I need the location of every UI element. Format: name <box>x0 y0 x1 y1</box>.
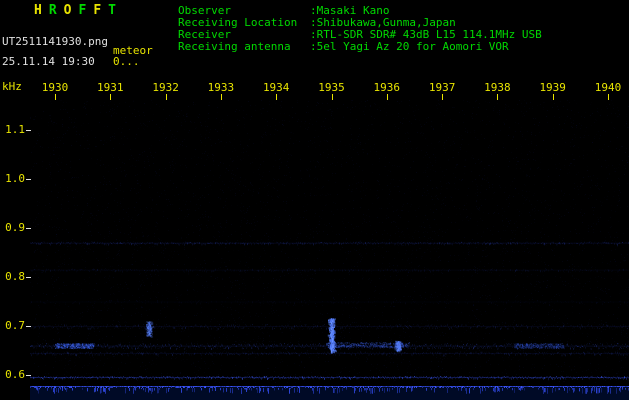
freq-label: 0.6 <box>5 368 25 381</box>
title-letter: F <box>78 3 87 18</box>
time-axis-tick <box>55 94 56 100</box>
time-axis-tick <box>276 94 278 100</box>
title-letter: F <box>93 3 102 18</box>
spectrogram-canvas <box>30 100 629 383</box>
title-letter: H <box>34 3 42 18</box>
freq-axis-unit: kHz <box>2 80 22 93</box>
freq-axis-tick <box>26 375 31 376</box>
datetime-label: 25.11.14 19:30 <box>2 55 95 68</box>
freq-label: 1.1 <box>5 123 25 136</box>
time-label: 1933 <box>207 81 235 94</box>
time-axis-tick <box>442 94 444 100</box>
freq-label: 1.0 <box>5 172 25 185</box>
title-letter: R <box>48 3 57 18</box>
freq-axis-tick <box>26 277 31 278</box>
freq-label: 0.9 <box>5 221 25 234</box>
time-axis-tick <box>220 94 222 100</box>
time-label: 1932 <box>152 81 179 94</box>
freq-label: 0.8 <box>5 270 25 283</box>
time-label: 1935 <box>318 81 345 94</box>
signal-level-strip-canvas <box>30 386 629 400</box>
title-letter: T <box>108 3 116 18</box>
info-value: :5el Yagi Az 20 for Aomori VOR <box>310 40 509 53</box>
freq-label: 0.7 <box>5 319 25 332</box>
time-label: 1939 <box>539 81 566 94</box>
time-label: 1938 <box>484 81 511 94</box>
time-axis-tick <box>165 94 167 100</box>
time-axis-tick <box>110 94 112 100</box>
freq-axis-tick <box>26 130 31 131</box>
info-row: Receiving antenna :5el Yagi Az 20 for Aom… <box>178 41 509 53</box>
time-label: 1936 <box>373 81 401 94</box>
time-axis-tick <box>331 94 333 100</box>
freq-axis-tick <box>26 326 31 327</box>
output-filename: UT2511141930.png <box>2 35 108 48</box>
progress-counter: 0... <box>113 55 140 68</box>
freq-axis-tick <box>26 179 31 180</box>
time-label: 1934 <box>262 81 290 94</box>
time-label: 1931 <box>97 81 124 94</box>
time-label: 1937 <box>428 81 456 94</box>
time-axis-tick <box>552 94 554 100</box>
freq-axis-tick <box>26 228 31 229</box>
title-letter: O <box>63 3 72 18</box>
time-axis-tick <box>608 94 609 100</box>
app-title: HROFFT <box>34 3 123 18</box>
info-label: Receiving antenna <box>178 40 291 53</box>
time-axis-tick <box>386 94 388 100</box>
hrofft-window: HROFFT UT2511141930.png meteor 25.11.14 … <box>0 0 629 400</box>
time-axis-tick <box>497 94 499 100</box>
time-label: 1940 <box>594 81 622 94</box>
time-label: 1930 <box>41 81 69 94</box>
